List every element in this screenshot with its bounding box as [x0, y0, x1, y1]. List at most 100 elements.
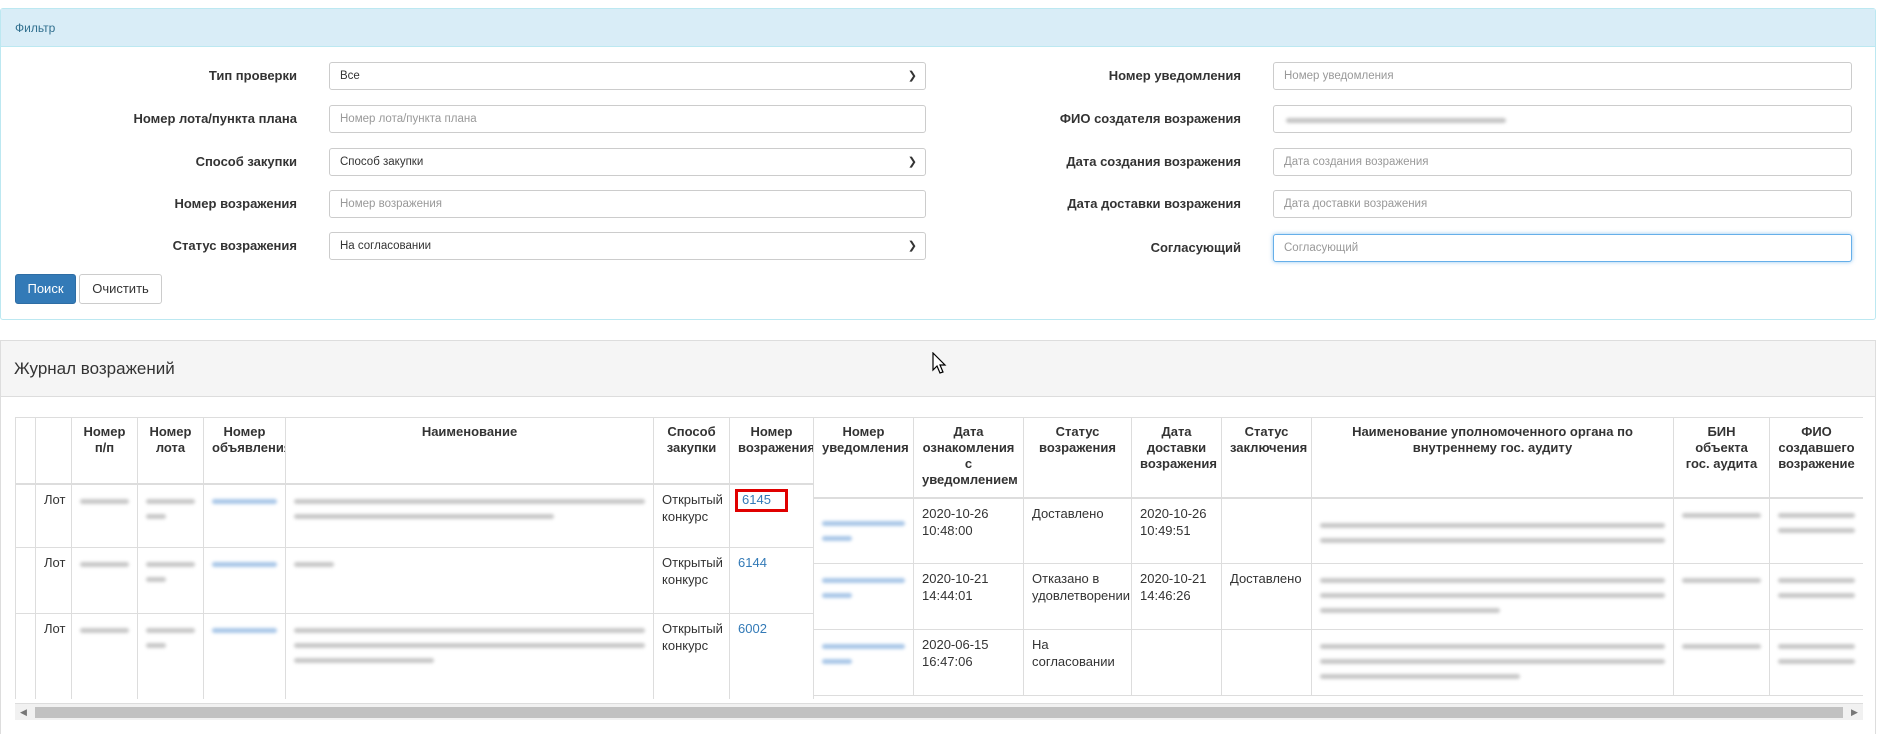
header-lot-number[interactable]: Номер лота — [137, 417, 204, 485]
row-method: Открытый конкурс — [653, 483, 730, 548]
blurred-value — [1320, 593, 1665, 598]
row-ack-date: 2020-10-26 10:48:00 — [913, 497, 1024, 564]
header-purchase-method[interactable]: Способ закупки — [653, 417, 730, 485]
header-type — [35, 417, 72, 485]
row-delivery-date: 2020-10-26 10:49:51 — [1131, 497, 1222, 564]
purchase-method-value: Способ закупки — [340, 156, 424, 168]
row-type: Лот — [35, 613, 72, 699]
header-announcement-number[interactable]: Номер объявления — [203, 417, 286, 485]
row-conclusion — [1221, 497, 1312, 564]
approver-input[interactable] — [1273, 234, 1852, 262]
blurred-value — [294, 498, 645, 504]
creation-date-label: Дата создания возражения — [1066, 154, 1241, 169]
scrollbar-thumb[interactable] — [35, 707, 1843, 718]
blurred-link[interactable] — [822, 659, 852, 664]
creator-name-label: ФИО создателя возражения — [1059, 111, 1241, 126]
table-row[interactable]: Лот Открытый конкурс 6144 — [15, 547, 814, 614]
blurred-value — [80, 498, 129, 504]
check-type-select[interactable]: Все ❯ — [329, 62, 926, 90]
header-objection-number[interactable]: Номер возражения — [729, 417, 814, 485]
blurred-value — [294, 513, 554, 519]
blurred-link[interactable] — [822, 535, 852, 541]
header-notice-number[interactable]: Номер уведомления — [813, 417, 914, 499]
creator-name-input[interactable] — [1273, 105, 1852, 133]
row-type: Лот — [35, 483, 72, 548]
approver-label: Согласующий — [1150, 240, 1241, 255]
blurred-value — [1778, 512, 1855, 518]
check-type-label: Тип проверки — [208, 68, 297, 83]
blurred-value — [294, 628, 645, 633]
horizontal-scrollbar[interactable]: ◀ ▶ — [15, 703, 1863, 720]
check-type-value: Все — [340, 70, 360, 82]
blurred-value — [80, 562, 129, 567]
filter-panel: Фильтр Тип проверки Все ❯ Номер лота/пун… — [0, 8, 1876, 320]
creation-date-input[interactable] — [1273, 148, 1852, 176]
objection-link[interactable]: 6144 — [738, 555, 767, 570]
blurred-link[interactable] — [212, 562, 277, 567]
row-type: Лот — [35, 547, 72, 614]
scroll-left-arrow-icon[interactable]: ◀ — [15, 704, 32, 721]
purchase-method-select[interactable]: Способ закупки ❯ — [329, 148, 926, 176]
header-bin[interactable]: БИН объекта гос. аудита — [1673, 417, 1770, 499]
header-spacer — [15, 417, 36, 485]
objections-table: Номер п/п Номер лота Номер объявления На… — [15, 417, 1863, 699]
blurred-link[interactable] — [822, 520, 905, 526]
blurred-value — [294, 658, 434, 663]
header-ack-date[interactable]: Дата ознакомления с уведомлением — [913, 417, 1024, 499]
blurred-value — [1682, 578, 1761, 583]
blurred-link[interactable] — [212, 498, 277, 504]
header-seq-number[interactable]: Номер п/п — [71, 417, 138, 485]
row-ack-date: 2020-10-21 14:44:01 — [913, 563, 1024, 630]
blurred-value — [1778, 527, 1855, 533]
objection-number-input[interactable] — [329, 190, 926, 218]
mouse-cursor-icon — [932, 352, 947, 374]
blurred-link[interactable] — [822, 644, 905, 649]
blurred-value — [1320, 608, 1500, 613]
objection-link-selected[interactable]: 6145 — [735, 488, 788, 512]
blurred-link[interactable] — [212, 628, 277, 633]
table-row[interactable]: 2020-10-21 14:44:01 Отказано в удовлетво… — [813, 563, 1863, 630]
blurred-value — [146, 628, 195, 633]
header-creator-name[interactable]: ФИО создавшего возражение — [1769, 417, 1863, 499]
header-conclusion-status[interactable]: Статус заключения — [1221, 417, 1312, 499]
row-status: Доставлено — [1023, 497, 1132, 564]
blurred-value — [1286, 118, 1506, 123]
blurred-value — [146, 513, 166, 519]
objection-status-select[interactable]: На согласовании ❯ — [329, 232, 926, 260]
blurred-value — [1320, 578, 1665, 583]
table-row[interactable]: Лот Открытый конкурс 6145 — [15, 483, 814, 548]
row-ack-date: 2020-06-15 16:47:06 — [913, 629, 1024, 696]
blurred-value — [146, 643, 166, 648]
objection-link[interactable]: 6002 — [738, 621, 767, 636]
search-button[interactable]: Поиск — [15, 274, 76, 304]
blurred-value — [1320, 659, 1665, 664]
clear-button[interactable]: Очистить — [79, 274, 162, 304]
filter-panel-title: Фильтр — [1, 9, 1875, 47]
table-row[interactable]: 2020-06-15 16:47:06 На согласовании — [813, 629, 1863, 696]
lot-number-label: Номер лота/пункта плана — [133, 111, 297, 126]
chevron-down-icon: ❯ — [907, 240, 917, 252]
blurred-value — [1682, 644, 1761, 649]
blurred-link[interactable] — [822, 578, 905, 583]
header-name[interactable]: Наименование — [285, 417, 654, 485]
blurred-value — [1778, 644, 1855, 649]
table-row[interactable]: 2020-10-26 10:48:00 Доставлено 2020-10-2… — [813, 497, 1863, 564]
delivery-date-input[interactable] — [1273, 190, 1852, 218]
blurred-value — [1778, 593, 1855, 598]
row-status: На согласовании — [1023, 629, 1132, 696]
lot-number-input[interactable] — [329, 105, 926, 133]
blurred-value — [294, 562, 334, 567]
row-method: Открытый конкурс — [653, 613, 730, 699]
notice-number-input[interactable] — [1273, 62, 1852, 90]
objection-status-value: На согласовании — [340, 240, 432, 252]
table-row[interactable]: Лот Открытый конкурс 6002 — [15, 613, 814, 699]
header-audit-authority[interactable]: Наименование уполномоченного органа по в… — [1311, 417, 1674, 499]
blurred-value — [1778, 659, 1855, 664]
blurred-value — [1320, 674, 1520, 679]
scroll-right-arrow-icon[interactable]: ▶ — [1846, 704, 1863, 721]
purchase-method-label: Способ закупки — [195, 154, 297, 169]
header-delivery-date[interactable]: Дата доставки возражения — [1131, 417, 1222, 499]
blurred-link[interactable] — [822, 593, 852, 598]
blurred-value — [80, 628, 129, 633]
header-objection-status[interactable]: Статус возражения — [1023, 417, 1132, 499]
